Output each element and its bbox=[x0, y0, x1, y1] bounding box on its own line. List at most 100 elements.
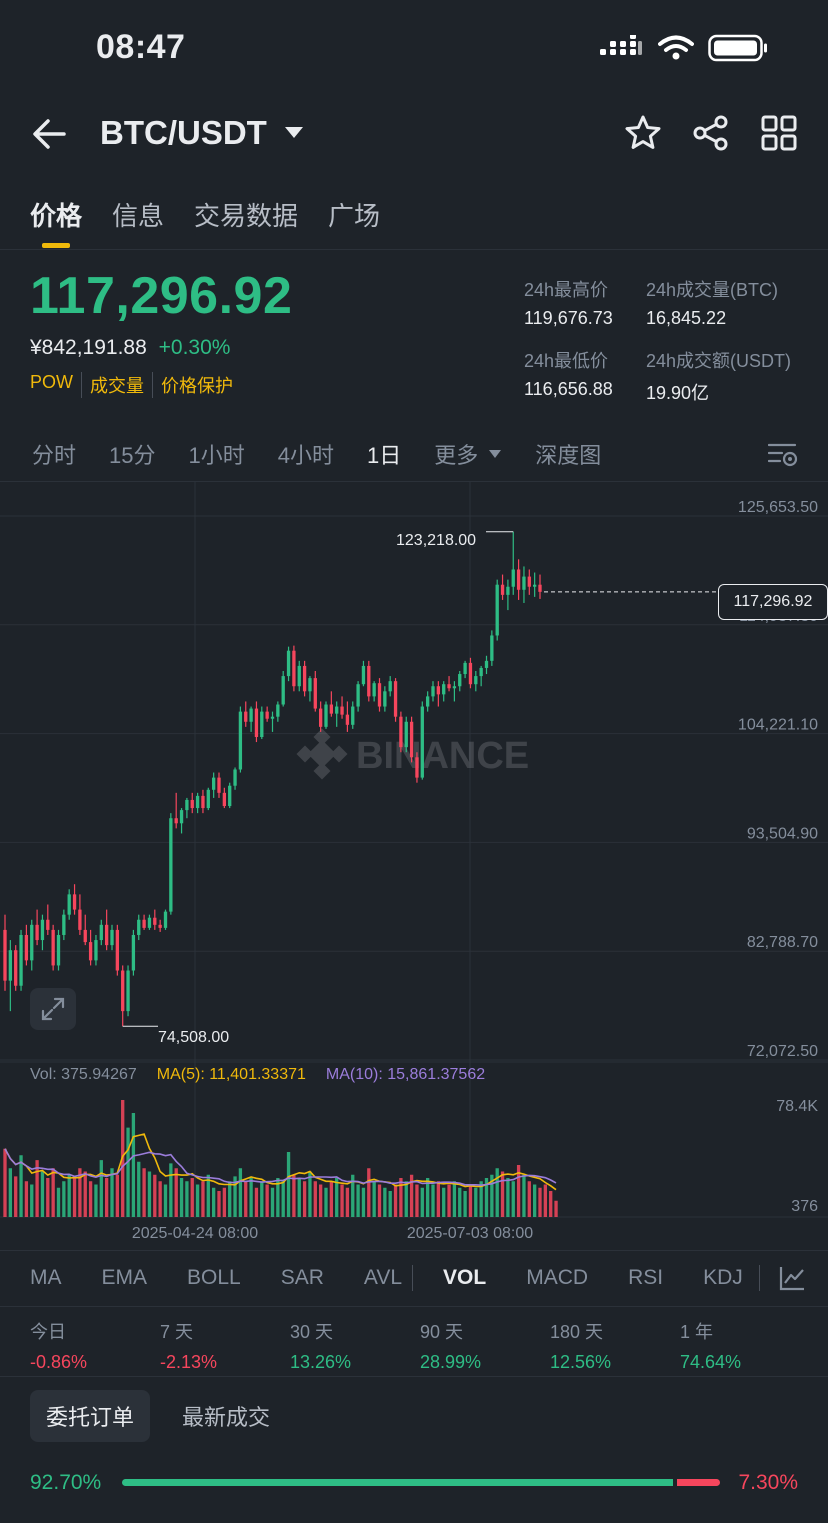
candle-body bbox=[516, 569, 521, 590]
candle-body bbox=[302, 665, 307, 692]
candle-body bbox=[174, 818, 178, 824]
candle-body bbox=[361, 665, 366, 685]
tab-recent-trades[interactable]: 最新成交 bbox=[166, 1390, 286, 1442]
chart-settings-icon[interactable] bbox=[768, 440, 798, 468]
expand-chart-button[interactable] bbox=[30, 988, 76, 1030]
volume-bar bbox=[532, 1184, 537, 1217]
volume-bar bbox=[522, 1174, 526, 1217]
tag-pow[interactable]: POW bbox=[30, 372, 81, 398]
tab-square[interactable]: 广场 bbox=[328, 196, 380, 233]
candle-body bbox=[372, 683, 376, 697]
volume-bar bbox=[324, 1187, 328, 1217]
candle-body bbox=[88, 942, 93, 961]
volume-bar bbox=[131, 1113, 136, 1217]
candle-body bbox=[51, 929, 55, 966]
interval-1h[interactable]: 1小时 bbox=[189, 438, 245, 470]
indicator-settings-icon[interactable] bbox=[778, 1264, 806, 1292]
date-axis-label: 2025-04-24 08:00 bbox=[132, 1225, 258, 1242]
volume-bar bbox=[260, 1181, 264, 1217]
indicator-vol[interactable]: VOL bbox=[443, 1266, 486, 1290]
candle-body bbox=[163, 911, 168, 928]
candle-body bbox=[458, 674, 462, 687]
header-actions bbox=[624, 114, 798, 152]
indicator-ema[interactable]: EMA bbox=[102, 1266, 148, 1290]
candle-body bbox=[110, 929, 114, 946]
candle-body bbox=[72, 894, 77, 910]
volume-bar bbox=[270, 1187, 275, 1217]
volume-bar bbox=[3, 1148, 7, 1217]
candle-body bbox=[511, 569, 515, 587]
candle-body bbox=[169, 818, 173, 912]
perf-label: 180 天 bbox=[550, 1322, 604, 1342]
volume-bar bbox=[158, 1181, 162, 1217]
pair-title[interactable]: BTC/USDT bbox=[100, 114, 267, 152]
candle-body bbox=[249, 708, 253, 722]
perf-30d: 30 天 13.26% bbox=[290, 1318, 420, 1373]
candle-body bbox=[527, 576, 531, 587]
grid-menu-icon[interactable] bbox=[760, 114, 798, 152]
perf-today: 今日 -0.86% bbox=[30, 1318, 160, 1373]
volume-bar bbox=[554, 1200, 558, 1217]
star-icon[interactable] bbox=[624, 114, 662, 152]
volume-bar bbox=[367, 1168, 371, 1217]
interval-1d[interactable]: 1日 bbox=[367, 438, 401, 470]
candle-body bbox=[46, 919, 50, 930]
candle-body bbox=[228, 785, 232, 807]
candle-body bbox=[211, 777, 216, 790]
volume-bar bbox=[185, 1181, 189, 1217]
candle-body bbox=[126, 970, 130, 1012]
last-price: 117,296.92 bbox=[30, 267, 293, 325]
tag-volume[interactable]: 成交量 bbox=[81, 372, 152, 398]
indicator-avl[interactable]: AVL bbox=[364, 1266, 402, 1290]
volume-bar bbox=[377, 1184, 382, 1217]
candle-body bbox=[147, 917, 152, 928]
volume-bar bbox=[399, 1178, 403, 1217]
tab-info[interactable]: 信息 bbox=[112, 196, 164, 233]
interval-15m[interactable]: 15分 bbox=[109, 438, 155, 470]
indicator-kdj[interactable]: KDJ bbox=[703, 1266, 743, 1290]
volume-bar bbox=[345, 1187, 350, 1217]
candle-body bbox=[270, 716, 275, 719]
interval-4h[interactable]: 4小时 bbox=[278, 438, 334, 470]
candle-body bbox=[206, 789, 210, 809]
status-time: 08:47 bbox=[96, 28, 186, 66]
volume-bar bbox=[468, 1184, 473, 1217]
perf-value: -2.13% bbox=[160, 1352, 218, 1372]
indicator-boll[interactable]: BOLL bbox=[187, 1266, 241, 1290]
indicator-rsi[interactable]: RSI bbox=[628, 1266, 663, 1290]
volume-bar bbox=[329, 1181, 334, 1217]
volume-bar bbox=[404, 1181, 408, 1217]
tag-price-protection[interactable]: 价格保护 bbox=[152, 372, 241, 398]
wifi-icon bbox=[658, 35, 694, 60]
candle-body bbox=[158, 924, 162, 928]
share-icon[interactable] bbox=[692, 114, 730, 152]
indicator-macd[interactable]: MACD bbox=[526, 1266, 588, 1290]
perf-value: 12.56% bbox=[550, 1352, 612, 1372]
interval-more[interactable]: 更多 bbox=[434, 438, 502, 470]
candle-body bbox=[500, 584, 505, 595]
candlestick-chart[interactable]: BINANCE 125,653.50114,937.30104,221.1093… bbox=[0, 482, 828, 1252]
indicator-sar[interactable]: SAR bbox=[281, 1266, 324, 1290]
candle-body bbox=[335, 706, 339, 714]
volume-bar bbox=[88, 1181, 93, 1217]
tab-order-book[interactable]: 委托订单 bbox=[30, 1390, 151, 1442]
tab-trading-data[interactable]: 交易数据 bbox=[194, 196, 298, 233]
interval-more-label: 更多 bbox=[434, 443, 479, 468]
candle-body bbox=[99, 924, 103, 941]
back-arrow-icon[interactable] bbox=[30, 112, 70, 156]
status-icons bbox=[600, 34, 768, 62]
interval-depth[interactable]: 深度图 bbox=[535, 438, 601, 470]
candle-body bbox=[313, 678, 317, 709]
tab-price[interactable]: 价格 bbox=[30, 196, 82, 233]
candle-body bbox=[14, 950, 18, 986]
volume-bar bbox=[67, 1174, 71, 1217]
candle-body bbox=[393, 681, 398, 717]
caret-down-icon[interactable] bbox=[284, 126, 304, 140]
candle-body bbox=[308, 678, 312, 692]
current-price-tag[interactable]: 117,296.92 bbox=[718, 584, 828, 620]
indicator-ma[interactable]: MA bbox=[30, 1266, 62, 1290]
candle-body bbox=[201, 795, 205, 809]
price-axis-label: 72,072.50 bbox=[747, 1043, 818, 1060]
interval-time[interactable]: 分时 bbox=[32, 438, 76, 470]
volume-bar bbox=[62, 1181, 66, 1217]
